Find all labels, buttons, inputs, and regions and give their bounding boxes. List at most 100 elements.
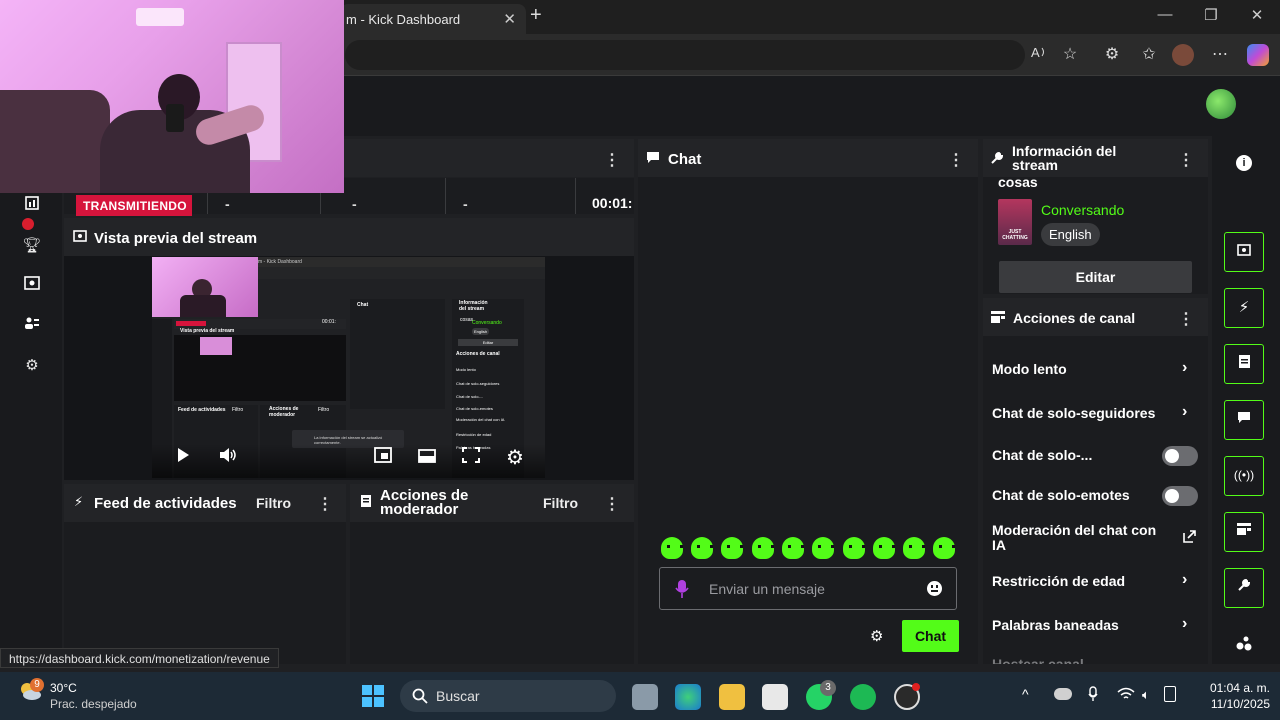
emote-10[interactable]: [933, 537, 955, 559]
trophy-icon[interactable]: 🏆︎: [20, 234, 44, 258]
chat-settings-icon[interactable]: ⚙: [870, 627, 883, 645]
emote-5[interactable]: [782, 537, 804, 559]
chevron-up-icon[interactable]: ^: [1022, 686, 1029, 702]
activity-feed-toggle[interactable]: ⚡︎: [1224, 288, 1264, 328]
age-restriction-row[interactable]: Restricción de edad: [992, 573, 1125, 589]
read-aloud-icon[interactable]: A: [1027, 44, 1051, 66]
volume-tray-icon[interactable]: 🔈︎: [1142, 687, 1150, 703]
dashboard-icon[interactable]: [20, 194, 44, 218]
chevron-right-icon[interactable]: ›: [1182, 615, 1187, 633]
emote-9[interactable]: [903, 537, 925, 559]
extensions-icon[interactable]: ⚙: [1100, 44, 1124, 66]
emote-2[interactable]: [691, 537, 713, 559]
preview-inner-category: Conversando: [472, 320, 502, 326]
edit-stream-info-button[interactable]: Editar: [999, 261, 1192, 293]
stream-preview-video[interactable]: m - Kick Dashboard 00:01: Vista previa d…: [152, 257, 545, 478]
wifi-icon[interactable]: [1117, 687, 1135, 706]
ai-moderation-row[interactable]: Moderación del chat con IA: [992, 523, 1162, 553]
mod-actions-filter[interactable]: Filtro: [543, 495, 578, 511]
weather-desc[interactable]: Prac. despejado: [50, 697, 137, 711]
url-field[interactable]: [345, 40, 1025, 70]
stream-info-title: Información del stream: [1012, 143, 1117, 173]
favorites-icon[interactable]: ✩: [1137, 44, 1161, 66]
battery-icon[interactable]: [1164, 686, 1176, 702]
followers-only-row[interactable]: Chat de solo-seguidores: [992, 405, 1155, 421]
external-link-icon[interactable]: [1183, 530, 1196, 548]
emoji-icon[interactable]: [927, 581, 942, 596]
chevron-right-icon[interactable]: ›: [1182, 571, 1187, 589]
copilot-icon[interactable]: [1247, 44, 1269, 66]
play-icon[interactable]: [169, 447, 197, 468]
stream-preview-nav-icon[interactable]: [20, 274, 44, 298]
svg-text:A: A: [1031, 45, 1040, 60]
users-icon[interactable]: [20, 314, 44, 338]
chevron-right-icon[interactable]: ›: [1182, 359, 1187, 377]
category-name[interactable]: Conversando: [1041, 202, 1124, 218]
browser-tab[interactable]: m - Kick Dashboard ✕: [340, 4, 526, 34]
profile-avatar[interactable]: [1172, 44, 1194, 66]
emote-1[interactable]: [661, 537, 683, 559]
broadcast-toggle[interactable]: ((•)): [1224, 456, 1264, 496]
host-channel-row[interactable]: Hostear canal: [992, 656, 1084, 664]
pip-icon[interactable]: [369, 447, 397, 468]
favorite-star-icon[interactable]: ☆: [1058, 44, 1082, 66]
activity-feed-menu-icon[interactable]: ⋮: [317, 494, 333, 514]
stream-title-value: cosas: [998, 174, 1038, 190]
stats-divider: [575, 178, 576, 214]
clock-time[interactable]: 01:04 a. m.: [1200, 681, 1270, 695]
onedrive-icon[interactable]: [1054, 688, 1072, 700]
weather-temp[interactable]: 30°C: [50, 681, 77, 695]
activity-feed-filter[interactable]: Filtro: [256, 495, 291, 511]
edge-icon[interactable]: [675, 684, 701, 710]
settings-gear-icon[interactable]: ⚙: [20, 354, 44, 378]
clock-date[interactable]: 11/10/2025: [1200, 697, 1270, 711]
task-view-icon[interactable]: [632, 684, 658, 710]
stream-info-menu-icon[interactable]: ⋮: [1178, 150, 1194, 170]
banned-words-row[interactable]: Palabras baneadas: [992, 617, 1119, 633]
top-panel-menu-icon[interactable]: ⋮: [604, 150, 620, 170]
chevron-right-icon[interactable]: ›: [1182, 403, 1187, 421]
more-menu-icon[interactable]: ⋯: [1208, 44, 1232, 66]
tab-close-icon[interactable]: ✕: [503, 10, 516, 28]
stream-preview-toggle[interactable]: [1224, 232, 1264, 272]
minimize-icon[interactable]: —: [1145, 6, 1185, 23]
mic-tray-icon[interactable]: [1088, 686, 1098, 707]
preview-inner-feed: Feed de actividades: [178, 407, 226, 413]
more-widgets-icon[interactable]: [1235, 634, 1253, 657]
info-icon[interactable]: i: [1236, 155, 1252, 171]
windows-start-icon[interactable]: [361, 684, 385, 713]
player-settings-icon[interactable]: ⚙: [501, 445, 529, 470]
chat-toggle[interactable]: [1224, 400, 1264, 440]
solo-chat-toggle[interactable]: [1162, 446, 1198, 466]
stat-subs: -: [463, 196, 468, 212]
spotify-icon[interactable]: [850, 684, 876, 710]
volume-icon[interactable]: [214, 447, 242, 468]
microphone-icon[interactable]: [675, 579, 689, 604]
taskbar-search[interactable]: Buscar: [400, 680, 616, 712]
emote-8[interactable]: [873, 537, 895, 559]
mod-actions-menu-icon[interactable]: ⋮: [604, 494, 620, 514]
emote-7[interactable]: [843, 537, 865, 559]
preview-inner-title: Vista previa del stream: [180, 328, 235, 334]
emote-4[interactable]: [752, 537, 774, 559]
fullscreen-icon[interactable]: [457, 447, 485, 468]
chat-send-button[interactable]: Chat: [902, 620, 959, 652]
theater-icon[interactable]: [413, 447, 441, 468]
chat-menu-icon[interactable]: ⋮: [948, 150, 964, 170]
close-window-icon[interactable]: ✕: [1237, 6, 1277, 24]
emote-3[interactable]: [721, 537, 743, 559]
file-explorer-icon[interactable]: [719, 684, 745, 710]
mod-actions-toggle[interactable]: [1224, 344, 1264, 384]
tab-title: m - Kick Dashboard: [346, 12, 461, 27]
slow-mode-row[interactable]: Modo lento: [992, 361, 1067, 377]
restore-icon[interactable]: ❐: [1191, 6, 1231, 24]
channel-actions-menu-icon[interactable]: ⋮: [1178, 309, 1194, 329]
chat-input-placeholder: Enviar un mensaje: [709, 581, 825, 597]
channel-actions-toggle[interactable]: [1224, 512, 1264, 552]
emotes-only-toggle[interactable]: [1162, 486, 1198, 506]
store-icon[interactable]: [762, 684, 788, 710]
user-avatar[interactable]: [1206, 89, 1236, 119]
emote-6[interactable]: [812, 537, 834, 559]
new-tab-icon[interactable]: +: [530, 4, 542, 27]
stream-info-toggle[interactable]: [1224, 568, 1264, 608]
